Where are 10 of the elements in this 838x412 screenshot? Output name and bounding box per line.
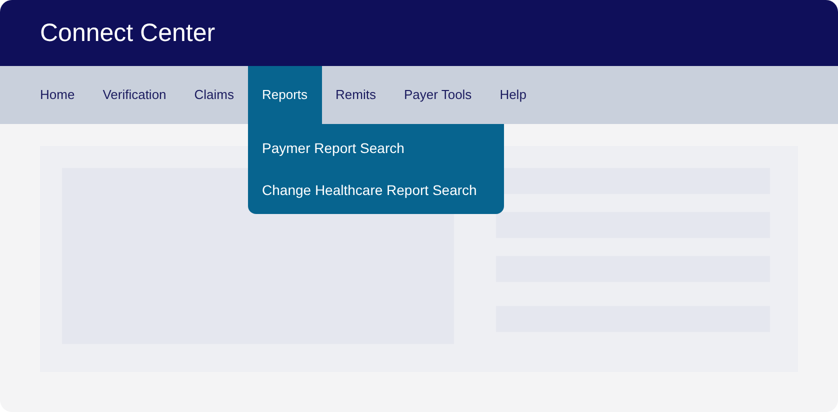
nav-tab[interactable]: Help — [486, 66, 540, 124]
nav-tab[interactable]: Home — [26, 66, 89, 124]
nav-tab[interactable]: Claims — [180, 66, 248, 124]
nav-tab[interactable]: Reports — [248, 66, 322, 124]
menu-item[interactable]: Paymer Report Search — [248, 127, 504, 169]
nav-tab[interactable]: Payer Tools — [390, 66, 486, 124]
app-title: Connect Center — [40, 20, 216, 46]
nav-tab[interactable]: Verification — [88, 66, 180, 124]
menu-item[interactable]: Change Healthcare Report Search — [248, 169, 504, 211]
nav-tab[interactable]: Remits — [322, 66, 390, 124]
